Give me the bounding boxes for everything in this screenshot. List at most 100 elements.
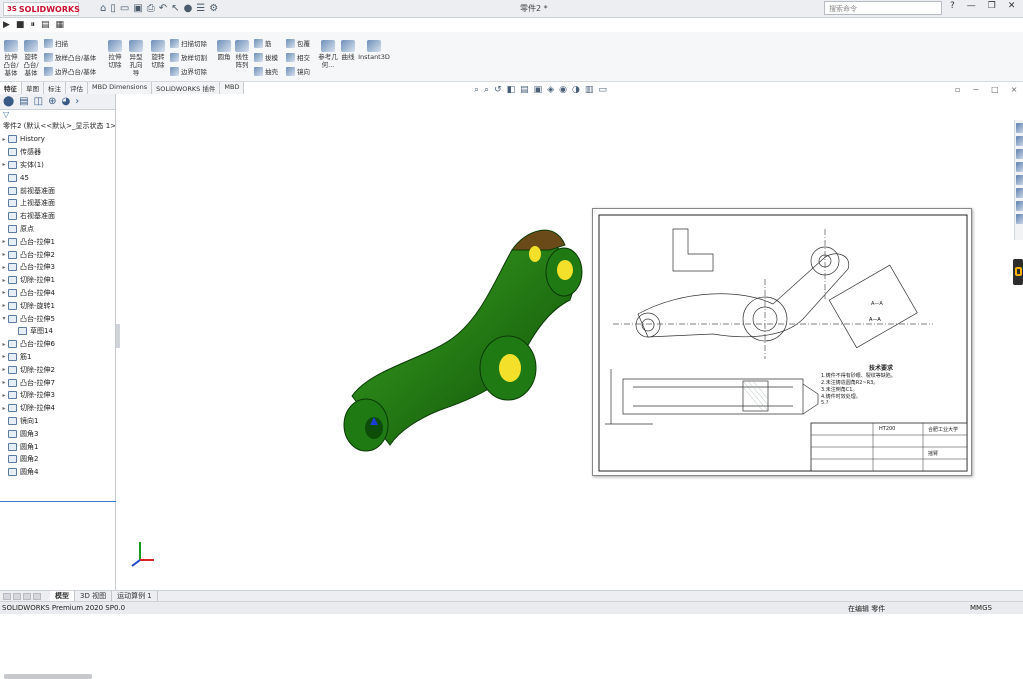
swept-cut-button[interactable]: 扫描切除 <box>170 38 207 48</box>
tree-item[interactable]: 传感器 <box>0 146 115 159</box>
record-icon[interactable]: ▦ <box>55 20 64 30</box>
custom-properties-icon[interactable] <box>1016 188 1023 198</box>
tab-mbd[interactable]: MBD <box>220 82 245 94</box>
sweep-button[interactable]: 扫描 <box>44 38 68 48</box>
tree-item[interactable]: ▸ 切除-拉伸1 <box>0 274 115 287</box>
linear-pattern-button[interactable]: 线性阵列 <box>234 40 250 69</box>
tree-item[interactable]: 镜向1 <box>0 415 115 428</box>
view-orientation-icon[interactable]: ▣ <box>534 85 543 95</box>
shell-button[interactable]: 抽壳 <box>254 66 278 76</box>
tree-item[interactable]: 圆角3 <box>0 427 115 440</box>
tree-item[interactable]: ▸ 凸台-拉伸2 <box>0 248 115 261</box>
expand-arrow-icon[interactable]: ▸ <box>0 341 8 348</box>
feature-tree-tab-icon[interactable]: ⬤ <box>3 96 14 107</box>
save-icon[interactable]: ▣ <box>133 1 142 16</box>
tree-item[interactable]: ▸ 凸台-拉伸7 <box>0 376 115 389</box>
tree-item[interactable]: 右视基准面 <box>0 210 115 223</box>
solidworks-resources-icon[interactable] <box>1016 123 1023 133</box>
select-icon[interactable]: ↖ <box>171 1 179 16</box>
display-style-icon[interactable]: ◈ <box>547 85 554 95</box>
file-properties-icon[interactable]: ☰ <box>196 1 205 16</box>
expand-arrow-icon[interactable]: ▸ <box>0 136 8 143</box>
mirror-button[interactable]: 镜向 <box>286 66 310 76</box>
expand-arrow-icon[interactable]: ▸ <box>0 353 8 360</box>
3dexperience-icon[interactable] <box>1016 214 1023 224</box>
panel-horizontal-scrollbar[interactable] <box>4 674 92 679</box>
extrude-boss-button[interactable]: 拉伸凸台/基体 <box>2 40 20 77</box>
configuration-tab-icon[interactable]: ◫ <box>34 96 43 107</box>
home-icon[interactable]: ⌂ <box>100 1 106 16</box>
filter-icon[interactable]: ▽ <box>0 110 115 121</box>
search-commands-input[interactable]: 搜索命令 <box>824 1 942 15</box>
tab-markup[interactable]: 标注 <box>44 82 66 94</box>
panel-expand-icon[interactable]: › <box>75 96 79 107</box>
previous-view-icon[interactable]: ↺ <box>494 85 502 95</box>
solidworks-logo[interactable]: 3S SOLIDWORKS <box>3 2 80 16</box>
viewport-maximize-icon[interactable]: □ <box>991 85 999 94</box>
new-document-icon[interactable]: ▯ <box>110 1 116 16</box>
tab-features[interactable]: 特征 <box>0 82 22 94</box>
forum-icon[interactable] <box>1016 201 1023 211</box>
section-view-icon[interactable]: ◧ <box>507 85 516 95</box>
3d-part-model[interactable] <box>330 220 590 460</box>
display-manager-tab-icon[interactable]: ◕ <box>62 96 71 107</box>
curves-button[interactable]: 曲线 <box>340 40 356 61</box>
open-icon[interactable]: ▭ <box>120 1 129 16</box>
boundary-cut-button[interactable]: 边界切除 <box>170 66 207 76</box>
expand-arrow-icon[interactable]: ▾ <box>0 315 8 322</box>
first-tab-icon[interactable] <box>3 592 11 600</box>
view-settings-icon[interactable]: ▭ <box>598 85 607 95</box>
expand-arrow-icon[interactable]: ▸ <box>0 405 8 412</box>
panel-splitter[interactable] <box>116 324 120 348</box>
lofted-cut-button[interactable]: 放样切割 <box>170 52 207 62</box>
expand-arrow-icon[interactable]: ▸ <box>0 161 8 168</box>
tab-motion-study[interactable]: 运动算例 1 <box>112 591 158 601</box>
close-button[interactable]: ✕ <box>1008 1 1016 11</box>
file-explorer-icon[interactable] <box>1016 149 1023 159</box>
tree-item[interactable]: 原点 <box>0 223 115 236</box>
tree-item[interactable]: 圆角1 <box>0 440 115 453</box>
draft-button[interactable]: 拔模 <box>254 52 278 62</box>
zoom-to-fit-icon[interactable]: ⌕ <box>474 85 479 95</box>
tree-item[interactable]: ▸ 切除-拉伸2 <box>0 363 115 376</box>
stop-icon[interactable]: ■ <box>16 20 25 30</box>
tree-item[interactable]: ▸ History <box>0 133 115 146</box>
next-tab-icon[interactable] <box>23 592 31 600</box>
hole-wizard-button[interactable]: 异型孔向导 <box>127 40 145 77</box>
tree-item[interactable]: ▸ 凸台-拉伸6 <box>0 338 115 351</box>
tab-model[interactable]: 模型 <box>50 591 75 601</box>
tree-item[interactable]: 前视基准面 <box>0 184 115 197</box>
tree-item[interactable]: 45 <box>0 171 115 184</box>
rebuild-icon[interactable]: ● <box>184 1 193 16</box>
viewport-restore-icon[interactable]: ▫ <box>955 85 960 94</box>
scene-icon[interactable]: ▥ <box>585 85 594 95</box>
tree-item[interactable]: 草图14 <box>0 325 115 338</box>
appearances-icon[interactable] <box>1016 175 1023 185</box>
expand-arrow-icon[interactable]: ▸ <box>0 366 8 373</box>
intersect-button[interactable]: 相交 <box>286 52 310 62</box>
side-tool-button[interactable] <box>1013 259 1023 285</box>
expand-arrow-icon[interactable]: ▸ <box>0 302 8 309</box>
tree-item[interactable]: 圆角2 <box>0 453 115 466</box>
view-palette-icon[interactable] <box>1016 162 1023 172</box>
undo-icon[interactable]: ↶ <box>159 1 167 16</box>
boundary-boss-button[interactable]: 边界凸台/基体 <box>44 66 96 76</box>
tab-3d-views[interactable]: 3D 视图 <box>75 591 113 601</box>
expand-arrow-icon[interactable]: ▸ <box>0 251 8 258</box>
revolve-boss-button[interactable]: 旋转凸台/基体 <box>22 40 40 77</box>
drawing-sheet-image[interactable]: A—A A—A 技术要求 1.铸件不得有砂眼、裂纹等缺陷。 2.未注铸造圆角R2… <box>592 208 972 476</box>
tree-item[interactable]: ▸ 筋1 <box>0 351 115 364</box>
pause-icon[interactable]: ⏸ <box>30 20 35 30</box>
tab-sketch[interactable]: 草图 <box>22 82 44 94</box>
design-library-icon[interactable] <box>1016 136 1023 146</box>
prev-tab-icon[interactable] <box>13 592 21 600</box>
instant3d-button[interactable]: Instant3D <box>358 40 390 61</box>
loft-boss-button[interactable]: 放样凸台/基体 <box>44 52 96 62</box>
rib-button[interactable]: 筋 <box>254 38 272 48</box>
play-icon[interactable]: ▶ <box>3 20 10 30</box>
expand-arrow-icon[interactable]: ▸ <box>0 264 8 271</box>
extrude-cut-button[interactable]: 拉伸切除 <box>106 40 124 69</box>
edit-icon[interactable]: ▤ <box>41 20 50 30</box>
print-icon[interactable]: ⎙ <box>147 1 155 16</box>
tree-item[interactable]: ▸ 凸台-拉伸3 <box>0 261 115 274</box>
